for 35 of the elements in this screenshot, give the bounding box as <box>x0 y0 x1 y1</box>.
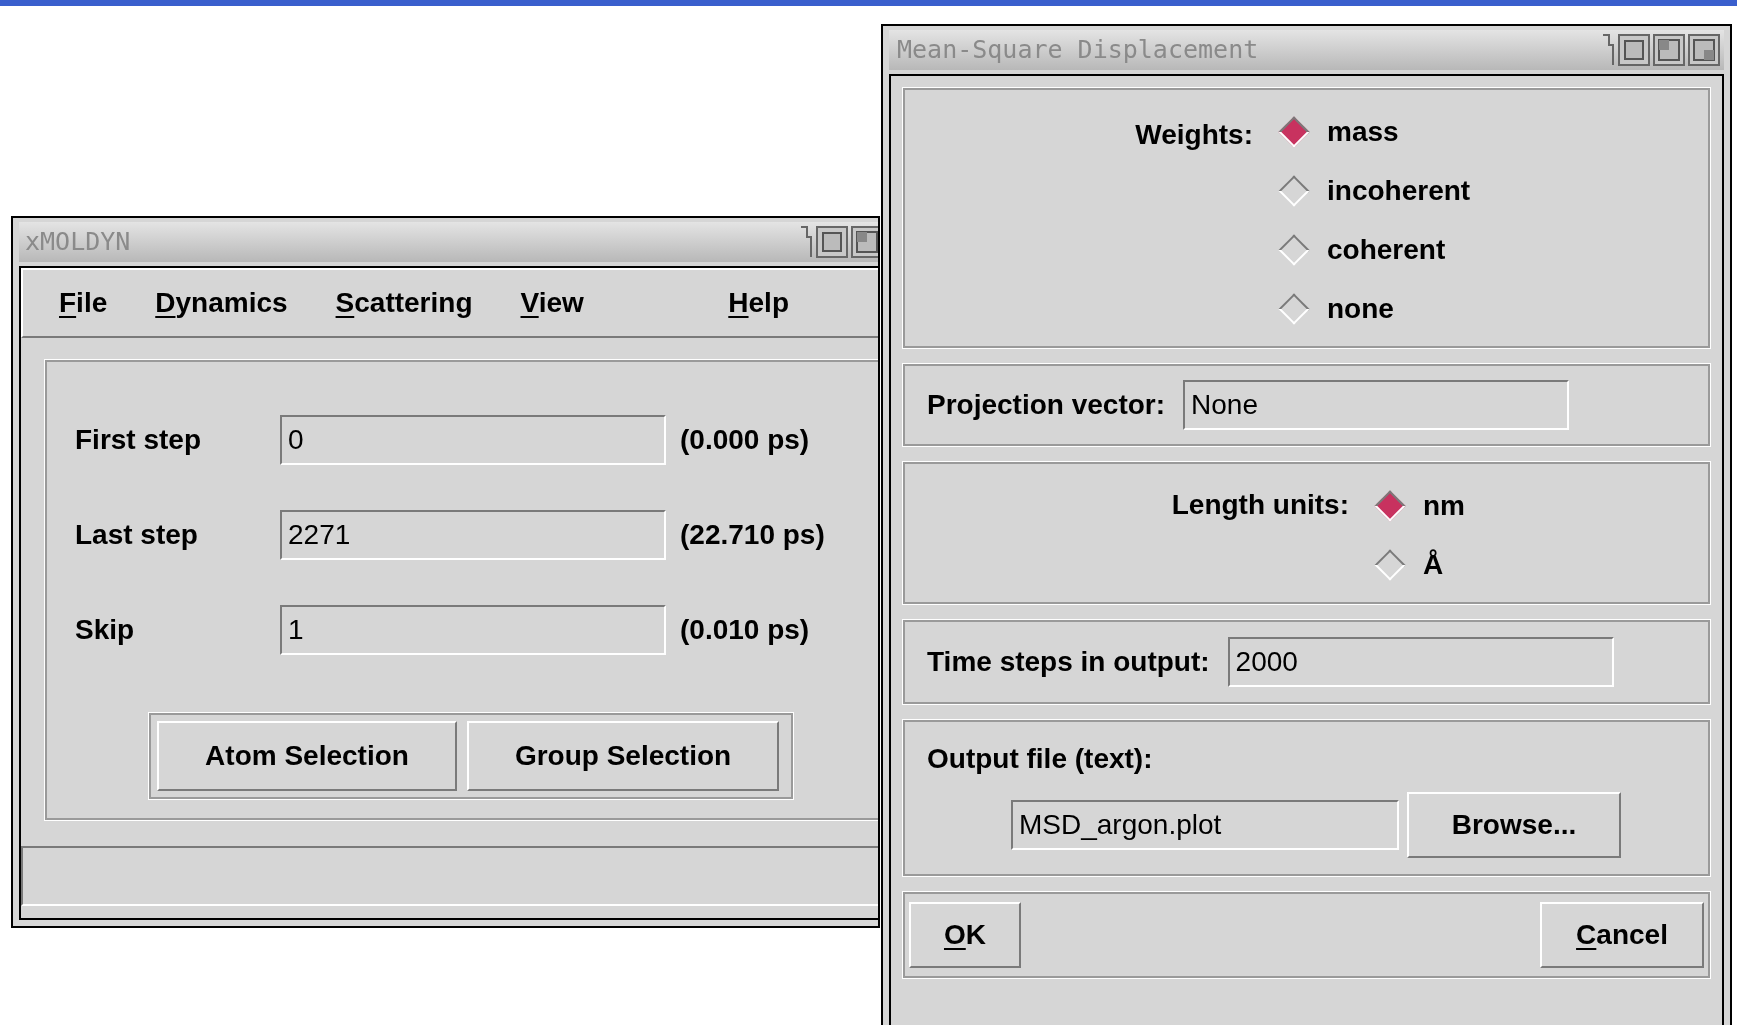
time-reading: (0.010 ps) <box>680 612 810 647</box>
time-reading: (0.000 ps) <box>680 422 810 457</box>
dialog-button[interactable]: Cancel <box>1540 902 1704 968</box>
step-field[interactable]: 1 <box>280 604 666 655</box>
field-label: Last step <box>75 517 199 552</box>
browse-button[interactable]: Browse... <box>1407 792 1621 858</box>
time-reading: (22.710 ps) <box>680 517 825 552</box>
menu-item[interactable]: Help <box>728 282 789 324</box>
menu-item[interactable]: Dynamics <box>155 282 288 324</box>
step-field[interactable]: 0 <box>280 414 666 465</box>
radio-label: coherent <box>1327 232 1446 267</box>
projection-label: Projection vector: <box>927 388 1166 422</box>
output-label: Output file (text): <box>927 742 1154 776</box>
time-steps-label: Time steps in output: <box>927 645 1210 679</box>
dialog-button[interactable]: OK <box>909 902 1021 968</box>
field-label: First step <box>75 422 203 457</box>
menu-item[interactable]: View <box>520 282 584 324</box>
time-steps-field[interactable]: 2000 <box>1227 637 1614 687</box>
radio-label: Å <box>1423 547 1444 582</box>
step-field[interactable]: 2271 <box>280 509 666 560</box>
projection-field[interactable]: None <box>1183 380 1570 430</box>
menu-item[interactable]: Scattering <box>335 282 473 324</box>
output-field[interactable]: MSD_argon.plot <box>1011 800 1399 850</box>
menu-item[interactable]: File <box>59 282 108 324</box>
units-label: Length units: <box>1170 488 1350 522</box>
radio-label: mass <box>1327 114 1399 149</box>
window-title: Mean-Square Displacement <box>897 34 1259 67</box>
weights-label: Weights: <box>1134 118 1254 152</box>
field-label: Skip <box>75 612 136 647</box>
selection-button[interactable]: Group Selection <box>467 721 779 791</box>
selection-button[interactable]: Atom Selection <box>157 721 457 791</box>
radio-label: nm <box>1423 488 1465 523</box>
radio-label: none <box>1327 291 1394 326</box>
radio-label: incoherent <box>1327 173 1471 208</box>
window-title: xMOLDYN <box>25 226 131 259</box>
